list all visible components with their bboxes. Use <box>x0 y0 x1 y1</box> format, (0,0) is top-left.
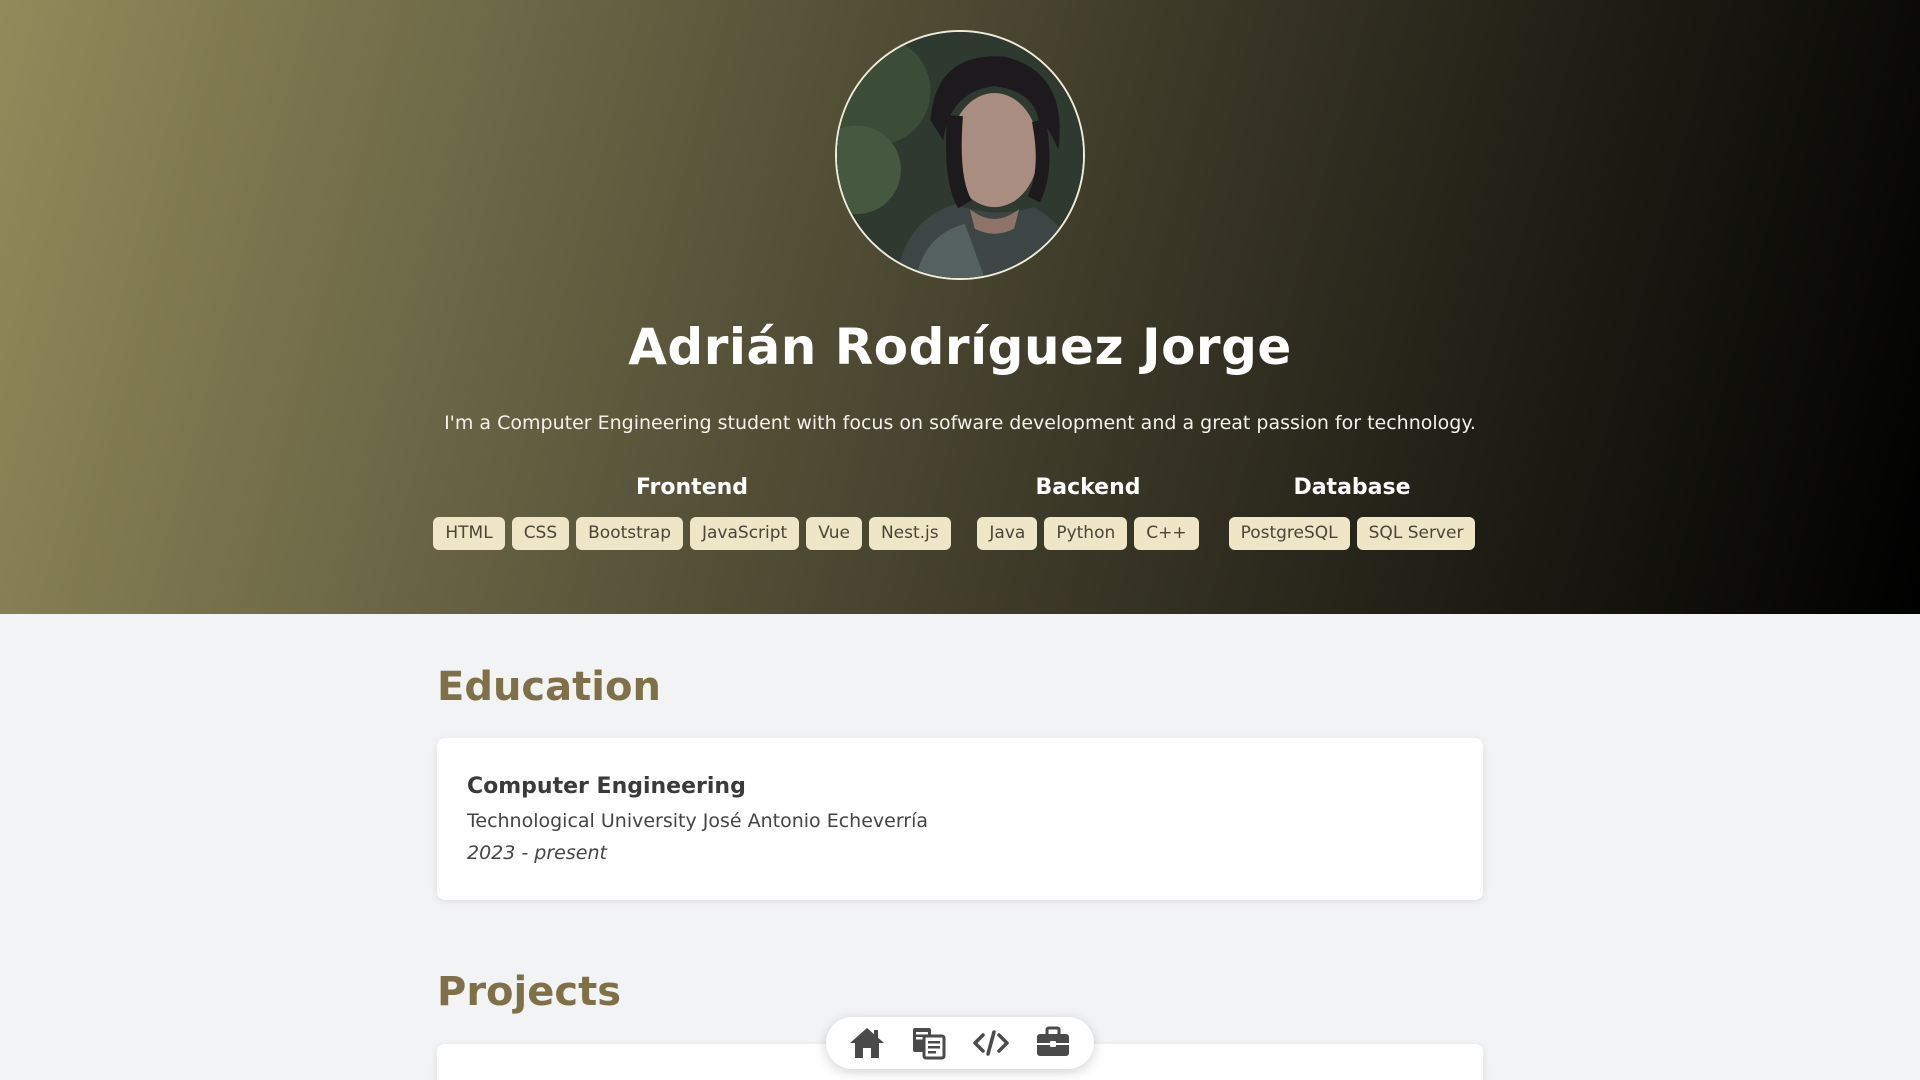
education-heading: Education <box>437 664 661 710</box>
briefcase-icon <box>1037 1026 1069 1056</box>
hero-header: Adrián Rodríguez Jorge I'm a Computer En… <box>0 0 1920 614</box>
avatar-portrait <box>837 32 1083 278</box>
bottom-nav-dock <box>826 1017 1094 1069</box>
skill-tag: HTML <box>433 517 505 550</box>
profile-name: Adrián Rodríguez Jorge <box>628 318 1292 376</box>
skill-tag: Bootstrap <box>576 517 683 550</box>
skill-tag: PostgreSQL <box>1228 517 1350 550</box>
skill-group-title: Backend <box>1035 475 1141 500</box>
skill-tag: Java <box>977 517 1038 550</box>
skill-tag: Nest.js <box>868 517 951 550</box>
nav-projects-button[interactable] <box>969 1021 1013 1065</box>
skill-tag: C++ <box>1134 517 1199 550</box>
projects-heading: Projects <box>437 969 622 1015</box>
skill-tag: SQL Server <box>1356 517 1476 550</box>
education-years: 2023 - present <box>467 842 607 864</box>
nav-home-button[interactable] <box>845 1021 889 1065</box>
skills-database: Database PostgreSQL SQL Server <box>1228 475 1476 550</box>
code-icon <box>973 1030 1009 1056</box>
profile-bio: I'm a Computer Engineering student with … <box>444 412 1476 434</box>
skill-tag: Vue <box>806 517 862 550</box>
skill-group-title: Frontend <box>635 475 749 500</box>
profile-avatar <box>835 30 1085 280</box>
skill-tag: CSS <box>511 517 570 550</box>
skills-backend: Backend Java Python C++ <box>977 475 1199 550</box>
education-card: Computer Engineering Technological Unive… <box>437 738 1483 900</box>
skill-tag: JavaScript <box>690 517 800 550</box>
skill-tag: Python <box>1044 517 1128 550</box>
nav-education-button[interactable] <box>907 1021 951 1065</box>
books-icon <box>913 1028 946 1060</box>
nav-experience-button[interactable] <box>1031 1021 1075 1065</box>
education-school: Technological University José Antonio Ec… <box>467 810 929 832</box>
skills-frontend: Frontend HTML CSS Bootstrap JavaScript V… <box>433 475 951 550</box>
education-degree: Computer Engineering <box>467 774 746 799</box>
skill-group-title: Database <box>1293 475 1411 500</box>
home-icon <box>850 1028 884 1058</box>
